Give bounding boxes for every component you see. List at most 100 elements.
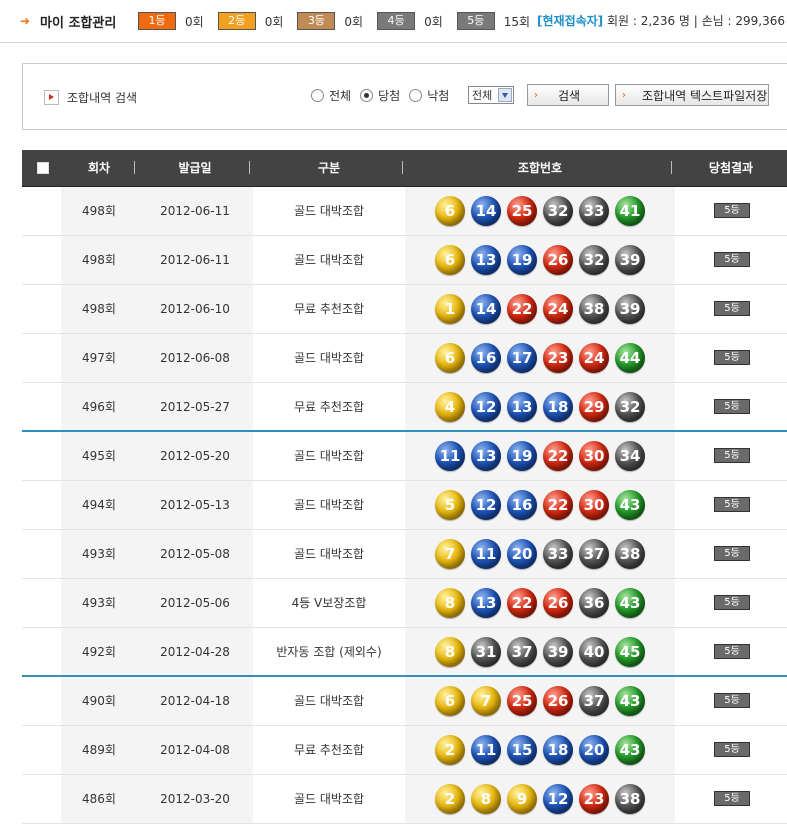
search-button-label: 검색 xyxy=(558,89,581,103)
lotto-ball: 24 xyxy=(579,343,609,373)
search-button[interactable]: › 검색 xyxy=(527,84,609,106)
rank-count: 0회 xyxy=(424,14,443,29)
lotto-ball: 14 xyxy=(471,196,501,226)
lotto-ball: 37 xyxy=(579,539,609,569)
lotto-ball: 33 xyxy=(543,539,573,569)
page-title: 마이 조합관리 xyxy=(40,16,117,31)
rank-badge: 2등 xyxy=(217,12,256,30)
number-balls: 6 14 25 32 33 41 xyxy=(435,196,651,226)
lotto-ball: 8 xyxy=(435,588,465,618)
filter-label: 전체 xyxy=(329,89,352,103)
header-divider xyxy=(402,161,403,174)
lotto-ball: 43 xyxy=(615,686,645,716)
date-cell: 2012-06-10 xyxy=(160,302,230,316)
lotto-ball: 6 xyxy=(435,196,465,226)
lotto-ball: 2 xyxy=(435,735,465,765)
top-bar: ➜ 마이 조합관리 1등 0회 2등 0회 3등 0회 4등 0회 5등 15회 [현재접속자] … xyxy=(0,0,787,43)
number-balls: 11 13 19 22 30 34 xyxy=(435,441,651,471)
lotto-ball: 43 xyxy=(615,588,645,618)
round-cell: 486회 xyxy=(82,792,116,806)
result-badge: 5등 xyxy=(714,644,750,659)
type-cell: 무료 추천조합 xyxy=(293,743,365,757)
table-body: 498회 2012-06-11 골드 대박조합 6 14 25 32 33 41 5등 498회 20… xyxy=(22,187,787,824)
lotto-ball: 16 xyxy=(507,490,537,520)
online-label: [현재접속자] xyxy=(537,14,604,28)
lotto-ball: 38 xyxy=(579,294,609,324)
date-cell: 2012-05-20 xyxy=(160,449,230,463)
round-cell: 498회 xyxy=(82,253,116,267)
lotto-ball: 13 xyxy=(471,245,501,275)
table-row: 498회 2012-06-11 골드 대박조합 6 14 25 32 33 41 5등 xyxy=(22,187,787,236)
result-badge: 5등 xyxy=(714,301,750,316)
header-divider xyxy=(249,161,250,174)
result-badge: 5등 xyxy=(714,693,750,708)
number-balls: 5 12 16 22 30 43 xyxy=(435,490,651,520)
lotto-ball: 22 xyxy=(507,294,537,324)
online-status: [현재접속자] 회원 : 2,236 명 | 손님 : 299,366 명 xyxy=(537,12,787,29)
result-badge: 5등 xyxy=(714,546,750,561)
lotto-ball: 4 xyxy=(435,392,465,422)
rank-count: 0회 xyxy=(344,14,364,29)
filter-radio[interactable]: 당첨 xyxy=(360,87,400,104)
lotto-ball: 38 xyxy=(615,539,645,569)
lotto-ball: 20 xyxy=(579,735,609,765)
radio-button[interactable] xyxy=(409,89,423,102)
header-numbers: 조합번호 xyxy=(517,161,563,175)
lotto-ball: 19 xyxy=(507,441,537,471)
lotto-ball: 13 xyxy=(471,588,501,618)
select-all-checkbox[interactable] xyxy=(37,162,49,174)
lotto-ball: 26 xyxy=(543,588,573,618)
lotto-ball: 30 xyxy=(579,490,609,520)
save-text-file-button[interactable]: › 조합내역 텍스트파일저장 xyxy=(615,84,769,106)
number-balls: 8 31 37 39 40 45 xyxy=(435,637,651,667)
lotto-ball: 12 xyxy=(471,490,501,520)
lotto-ball: 13 xyxy=(507,392,537,422)
lotto-ball: 32 xyxy=(543,196,573,226)
lotto-ball: 5 xyxy=(435,490,465,520)
rank-item: 4등 0회 xyxy=(377,12,443,30)
lotto-ball: 33 xyxy=(579,196,609,226)
lotto-ball: 24 xyxy=(543,294,573,324)
lotto-ball: 37 xyxy=(507,637,537,667)
rank-item: 5등 15회 xyxy=(456,12,530,30)
lotto-ball: 36 xyxy=(579,588,609,618)
lotto-ball: 43 xyxy=(615,490,645,520)
filter-radio[interactable]: 낙첨 xyxy=(409,87,449,104)
rank-item: 2등 0회 xyxy=(217,12,284,30)
date-cell: 2012-06-08 xyxy=(160,351,230,365)
filter-radio[interactable]: 전체 xyxy=(311,87,351,104)
lotto-ball: 38 xyxy=(615,784,645,814)
round-cell: 495회 xyxy=(82,449,116,463)
lotto-ball: 26 xyxy=(543,245,573,275)
result-badge: 5등 xyxy=(714,791,750,806)
lotto-ball: 17 xyxy=(507,343,537,373)
table-row: 486회 2012-03-20 골드 대박조합 2 8 9 12 23 38 5등 xyxy=(22,775,787,824)
lotto-ball: 20 xyxy=(507,539,537,569)
lotto-ball: 1 xyxy=(435,294,465,324)
round-select[interactable]: 전체 xyxy=(468,86,514,104)
date-cell: 2012-05-13 xyxy=(160,498,230,512)
number-balls: 6 7 25 26 37 43 xyxy=(435,686,651,716)
round-cell: 494회 xyxy=(82,498,116,512)
number-balls: 6 16 17 23 24 44 xyxy=(435,343,651,373)
rank-count: 0회 xyxy=(264,14,284,29)
lotto-ball: 31 xyxy=(471,637,501,667)
date-cell: 2012-04-08 xyxy=(160,743,230,757)
result-badge: 5등 xyxy=(714,595,750,610)
round-cell: 497회 xyxy=(82,351,116,365)
type-cell: 골드 대박조합 xyxy=(293,204,365,218)
date-cell: 2012-06-11 xyxy=(160,253,230,267)
round-cell: 493회 xyxy=(82,547,116,561)
number-balls: 1 14 22 24 38 39 xyxy=(435,294,651,324)
date-cell: 2012-05-06 xyxy=(160,596,230,610)
online-stats: 회원 : 2,236 명 | 손님 : 299,366 명 xyxy=(607,14,787,28)
radio-button[interactable] xyxy=(311,89,324,102)
lotto-ball: 23 xyxy=(579,784,609,814)
chevron-down-icon[interactable] xyxy=(498,88,512,102)
lotto-ball: 19 xyxy=(507,245,537,275)
lotto-ball: 29 xyxy=(579,392,609,422)
type-cell: 반자동 조합 (제외수) xyxy=(276,645,382,659)
lotto-ball: 25 xyxy=(507,196,537,226)
lotto-ball: 12 xyxy=(543,784,573,814)
radio-button[interactable] xyxy=(360,89,374,102)
